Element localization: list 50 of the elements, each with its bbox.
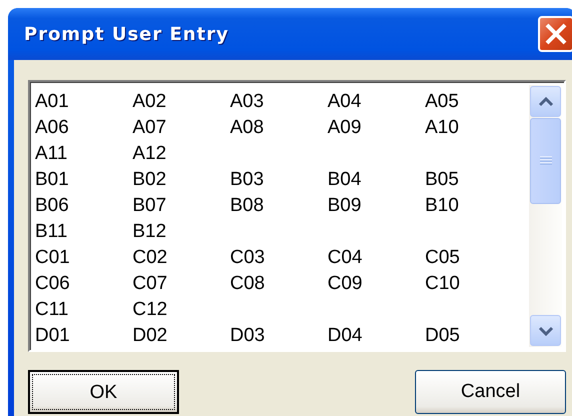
- list-item[interactable]: B09: [326, 193, 424, 219]
- list-item[interactable]: D05: [424, 323, 522, 349]
- list-item[interactable]: B01: [34, 167, 132, 193]
- list-item[interactable]: A05: [424, 89, 522, 115]
- list-item[interactable]: B02: [132, 167, 229, 193]
- list-item[interactable]: B10: [424, 193, 522, 219]
- list-item[interactable]: D01: [34, 323, 132, 349]
- list-item[interactable]: B04: [326, 167, 424, 193]
- list-item[interactable]: B07: [132, 193, 229, 219]
- ok-button[interactable]: OK: [28, 370, 179, 414]
- list-item[interactable]: C12: [132, 297, 229, 323]
- list-item[interactable]: D04: [326, 323, 424, 349]
- list-item[interactable]: A04: [326, 89, 424, 115]
- list-item[interactable]: C05: [424, 245, 522, 271]
- list-item[interactable]: A02: [132, 89, 229, 115]
- close-icon: [544, 22, 568, 46]
- scroll-thumb[interactable]: [530, 118, 561, 204]
- list-item[interactable]: D03: [229, 323, 326, 349]
- list-item[interactable]: C01: [34, 245, 132, 271]
- list-item[interactable]: C07: [132, 271, 229, 297]
- list-item[interactable]: A01: [34, 89, 132, 115]
- list-item[interactable]: A09: [326, 115, 424, 141]
- scroll-up-button[interactable]: [530, 86, 561, 117]
- list-item[interactable]: A12: [132, 141, 229, 167]
- list-item[interactable]: A10: [424, 115, 522, 141]
- list-item[interactable]: B03: [229, 167, 326, 193]
- list-item[interactable]: C08: [229, 271, 326, 297]
- list-item[interactable]: C06: [34, 271, 132, 297]
- list-item[interactable]: B08: [229, 193, 326, 219]
- list-item[interactable]: C03: [229, 245, 326, 271]
- list-item[interactable]: A07: [132, 115, 229, 141]
- list-item[interactable]: B11: [34, 219, 132, 245]
- list-item[interactable]: C04: [326, 245, 424, 271]
- grip-icon: [540, 156, 552, 166]
- list-item[interactable]: A08: [229, 115, 326, 141]
- list-item[interactable]: A11: [34, 141, 132, 167]
- list-item[interactable]: A03: [229, 89, 326, 115]
- close-button[interactable]: [538, 16, 572, 52]
- list-item[interactable]: B05: [424, 167, 522, 193]
- list-item[interactable]: B12: [132, 219, 229, 245]
- list-item[interactable]: D02: [132, 323, 229, 349]
- scroll-down-button[interactable]: [530, 315, 561, 346]
- list-item[interactable]: B06: [34, 193, 132, 219]
- list-item[interactable]: C02: [132, 245, 229, 271]
- list-item[interactable]: C09: [326, 271, 424, 297]
- cancel-button[interactable]: Cancel: [415, 370, 566, 414]
- list-item[interactable]: C10: [424, 271, 522, 297]
- list-item[interactable]: C11: [34, 297, 132, 323]
- window-title: Prompt User Entry: [24, 22, 229, 46]
- list-item[interactable]: A06: [34, 115, 132, 141]
